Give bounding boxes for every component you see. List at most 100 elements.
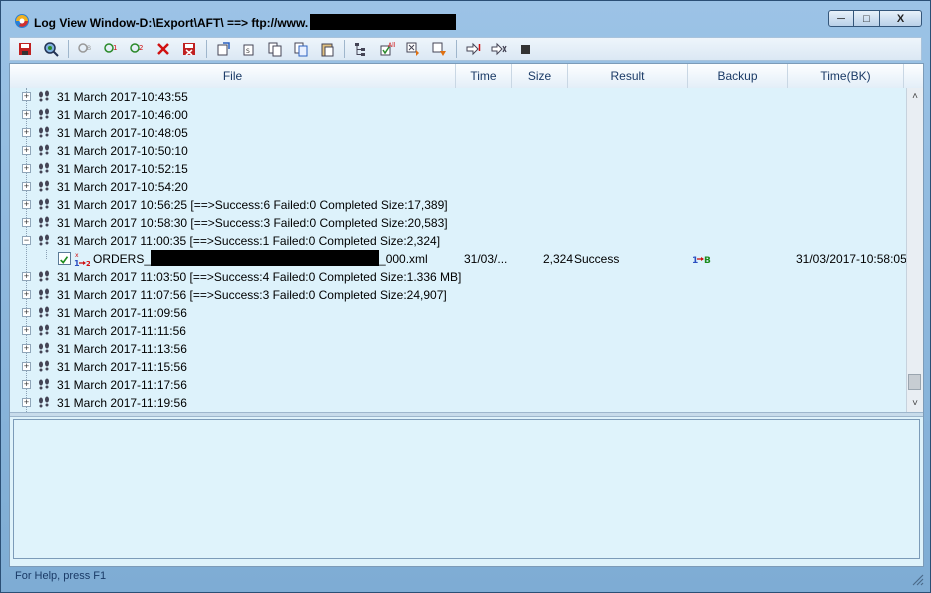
session-label: 31 March 2017-10:50:10 bbox=[57, 144, 188, 158]
session-row[interactable]: +31 March 2017-11:11:56 bbox=[10, 322, 906, 340]
session-label: 31 March 2017-11:13:56 bbox=[57, 342, 187, 356]
copy-icon[interactable] bbox=[264, 39, 286, 59]
footprints-icon bbox=[39, 126, 49, 138]
session-label: 31 March 2017 10:58:30 [==>Success:3 Fai… bbox=[57, 216, 448, 230]
save-log-icon[interactable] bbox=[14, 39, 36, 59]
window-title-text: Log View Window-D:\Export\AFT\ ==> ftp:/… bbox=[34, 16, 309, 30]
goto-icon[interactable] bbox=[462, 39, 484, 59]
pane-splitter[interactable] bbox=[10, 412, 923, 417]
expand-toggle[interactable]: + bbox=[22, 398, 31, 407]
expand-toggle[interactable]: + bbox=[22, 146, 31, 155]
session-row[interactable]: +31 March 2017-10:48:05 bbox=[10, 124, 906, 142]
scroll-down-arrow[interactable]: ˅ bbox=[907, 395, 923, 412]
close-button[interactable]: X bbox=[880, 10, 922, 27]
session-row[interactable]: +31 March 2017-10:43:55 bbox=[10, 88, 906, 106]
session-row[interactable]: +31 March 2017-11:09:56 bbox=[10, 304, 906, 322]
column-time-bk[interactable]: Time(BK) bbox=[788, 64, 904, 88]
session-row[interactable]: +31 March 2017 11:03:50 [==>Success:4 Fa… bbox=[10, 268, 906, 286]
expand-toggle[interactable]: − bbox=[22, 236, 31, 245]
search-icon[interactable] bbox=[40, 39, 62, 59]
session-row[interactable]: +31 March 2017-10:46:00 bbox=[10, 106, 906, 124]
delete-log-icon[interactable] bbox=[178, 39, 200, 59]
paste-icon[interactable] bbox=[316, 39, 338, 59]
session-row[interactable]: +31 March 2017 11:07:56 [==>Success:3 Fa… bbox=[10, 286, 906, 304]
footprints-icon bbox=[39, 306, 49, 318]
scroll-up-arrow[interactable]: ˄ bbox=[907, 88, 923, 105]
session-row[interactable]: +31 March 2017-10:54:20 bbox=[10, 178, 906, 196]
session-label: 31 March 2017 11:07:56 [==>Success:3 Fai… bbox=[57, 288, 447, 302]
session-row[interactable]: − 31 March 2017 11:00:35 [==>Success:1 Fa… bbox=[10, 232, 906, 250]
expand-toggle[interactable]: + bbox=[22, 380, 31, 389]
search-next-icon[interactable]: 1 bbox=[100, 39, 122, 59]
session-row[interactable]: +31 March 2017-10:50:10 bbox=[10, 142, 906, 160]
expand-toggle[interactable]: + bbox=[22, 182, 31, 191]
expand-toggle[interactable]: + bbox=[22, 218, 31, 227]
scroll-thumb[interactable] bbox=[908, 374, 921, 390]
session-label: 31 March 2017-10:54:20 bbox=[57, 180, 188, 194]
detail-pane[interactable] bbox=[13, 419, 920, 559]
column-file[interactable]: File bbox=[10, 64, 456, 88]
expand-toggle[interactable]: + bbox=[22, 200, 31, 209]
search-prev-icon[interactable]: 2 bbox=[126, 39, 148, 59]
svg-text:2: 2 bbox=[139, 44, 143, 52]
filter-icon[interactable] bbox=[402, 39, 424, 59]
expand-toggle[interactable]: + bbox=[22, 92, 31, 101]
filter-down-icon[interactable] bbox=[428, 39, 450, 59]
svg-text:S: S bbox=[246, 48, 250, 55]
footprints-icon bbox=[39, 162, 49, 174]
export-selected-icon[interactable]: S bbox=[238, 39, 260, 59]
expand-toggle[interactable]: + bbox=[22, 290, 31, 299]
resize-grip-icon[interactable] bbox=[910, 572, 924, 586]
column-result[interactable]: Result bbox=[568, 64, 688, 88]
expand-toggle[interactable]: + bbox=[22, 272, 31, 281]
expand-toggle[interactable]: + bbox=[22, 362, 31, 371]
footprints-icon bbox=[39, 360, 49, 372]
session-label: 31 March 2017-10:52:15 bbox=[57, 162, 188, 176]
export-icon[interactable] bbox=[212, 39, 234, 59]
footprints-icon bbox=[39, 144, 49, 156]
title-bar[interactable]: Log View Window-D:\Export\AFT\ ==> ftp:/… bbox=[1, 1, 930, 35]
log-content-area: File Time Size Result Backup Time(BK) +3… bbox=[9, 63, 924, 567]
expand-toggle[interactable]: + bbox=[22, 308, 31, 317]
footprints-icon bbox=[39, 342, 49, 354]
stop-icon[interactable] bbox=[514, 39, 536, 59]
svg-text:1: 1 bbox=[113, 44, 117, 52]
column-backup[interactable]: Backup bbox=[688, 64, 788, 88]
file-time: 31/03/... bbox=[464, 252, 508, 266]
session-label: 31 March 2017 11:00:35 [==>Success:1 Fai… bbox=[57, 234, 441, 248]
redacted-filename bbox=[151, 250, 380, 266]
copy-all-icon[interactable] bbox=[290, 39, 312, 59]
vertical-scrollbar[interactable]: ˄ ˅ bbox=[906, 88, 923, 412]
svg-text:2: 2 bbox=[86, 260, 90, 267]
delete-icon[interactable] bbox=[152, 39, 174, 59]
expand-toggle[interactable]: + bbox=[22, 344, 31, 353]
window-controls: ─ □ X bbox=[828, 10, 922, 27]
file-checkbox[interactable] bbox=[58, 252, 71, 265]
check-all-icon[interactable]: All bbox=[376, 39, 398, 59]
maximize-button[interactable]: □ bbox=[854, 10, 880, 27]
status-help-text: For Help, press F1 bbox=[15, 570, 107, 582]
session-label: 31 March 2017-11:11:56 bbox=[57, 324, 186, 338]
session-row[interactable]: +31 March 2017-11:15:56 bbox=[10, 358, 906, 376]
session-row[interactable]: +31 March 2017 10:58:30 [==>Success:3 Fa… bbox=[10, 214, 906, 232]
column-time[interactable]: Time bbox=[456, 64, 512, 88]
column-size[interactable]: Size bbox=[512, 64, 568, 88]
tree-view-icon[interactable] bbox=[350, 39, 372, 59]
session-row[interactable]: +31 March 2017 10:56:25 [==>Success:6 Fa… bbox=[10, 196, 906, 214]
toolbar: B 1 2 S All bbox=[9, 37, 922, 61]
svg-text:B: B bbox=[704, 256, 711, 266]
expand-toggle[interactable]: + bbox=[22, 326, 31, 335]
skip-icon[interactable] bbox=[488, 39, 510, 59]
log-tree[interactable]: +31 March 2017-10:43:55 +31 March 2017-10… bbox=[10, 88, 906, 412]
toolbar-separator bbox=[344, 40, 345, 58]
expand-toggle[interactable]: + bbox=[22, 164, 31, 173]
minimize-button[interactable]: ─ bbox=[828, 10, 854, 27]
expand-toggle[interactable]: + bbox=[22, 128, 31, 137]
session-row[interactable]: +31 March 2017-11:17:56 bbox=[10, 376, 906, 394]
expand-toggle[interactable]: + bbox=[22, 110, 31, 119]
file-row[interactable]: x 1 2 ORDERS_ _000.xml 31/03/... 2,324 Su… bbox=[10, 250, 906, 268]
session-row[interactable]: +31 March 2017-11:19:56 bbox=[10, 394, 906, 412]
session-row[interactable]: +31 March 2017-10:52:15 bbox=[10, 160, 906, 178]
search-all-icon[interactable]: B bbox=[74, 39, 96, 59]
session-row[interactable]: +31 March 2017-11:13:56 bbox=[10, 340, 906, 358]
